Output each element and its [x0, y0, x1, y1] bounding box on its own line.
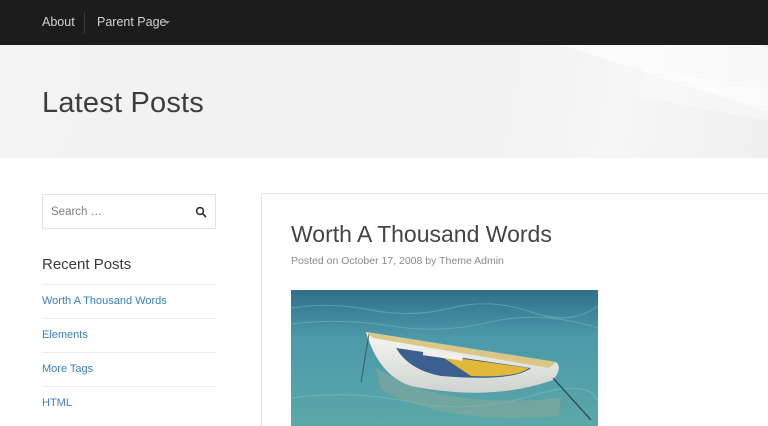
post-title[interactable]: Worth A Thousand Words [291, 219, 552, 249]
search-icon[interactable] [195, 206, 207, 218]
recent-posts-list: Worth A Thousand Words Elements More Tag… [42, 284, 216, 420]
list-item: HTML [42, 386, 216, 420]
boat-on-water-image [291, 290, 598, 426]
nav-parent-page[interactable]: Parent Page [97, 0, 167, 45]
post-date-link[interactable]: October 17, 2008 [341, 255, 422, 267]
recent-post-link[interactable]: Worth A Thousand Words [42, 295, 167, 307]
top-navigation: About Parent Page [0, 0, 768, 45]
post-author-link[interactable]: Theme Admin [439, 255, 504, 267]
meta-by: by [425, 255, 437, 267]
post-featured-image[interactable] [291, 290, 598, 426]
list-item: More Tags [42, 352, 216, 386]
search-input[interactable] [51, 195, 181, 228]
list-item: Worth A Thousand Words [42, 284, 216, 318]
page-header: Latest Posts [0, 45, 768, 158]
nav-divider [84, 12, 85, 34]
list-item: Elements [42, 318, 216, 352]
search-form [42, 194, 216, 229]
page-title: Latest Posts [42, 87, 204, 119]
meta-prefix: Posted on [291, 255, 339, 267]
chevron-down-icon[interactable] [164, 21, 170, 24]
recent-post-link[interactable]: Elements [42, 329, 88, 341]
nav-about[interactable]: About [42, 0, 75, 45]
post-meta: Posted on October 17, 2008 by Theme Admi… [291, 255, 504, 267]
recent-posts-heading: Recent Posts [42, 256, 132, 273]
recent-post-link[interactable]: HTML [42, 397, 72, 409]
recent-post-link[interactable]: More Tags [42, 363, 93, 375]
